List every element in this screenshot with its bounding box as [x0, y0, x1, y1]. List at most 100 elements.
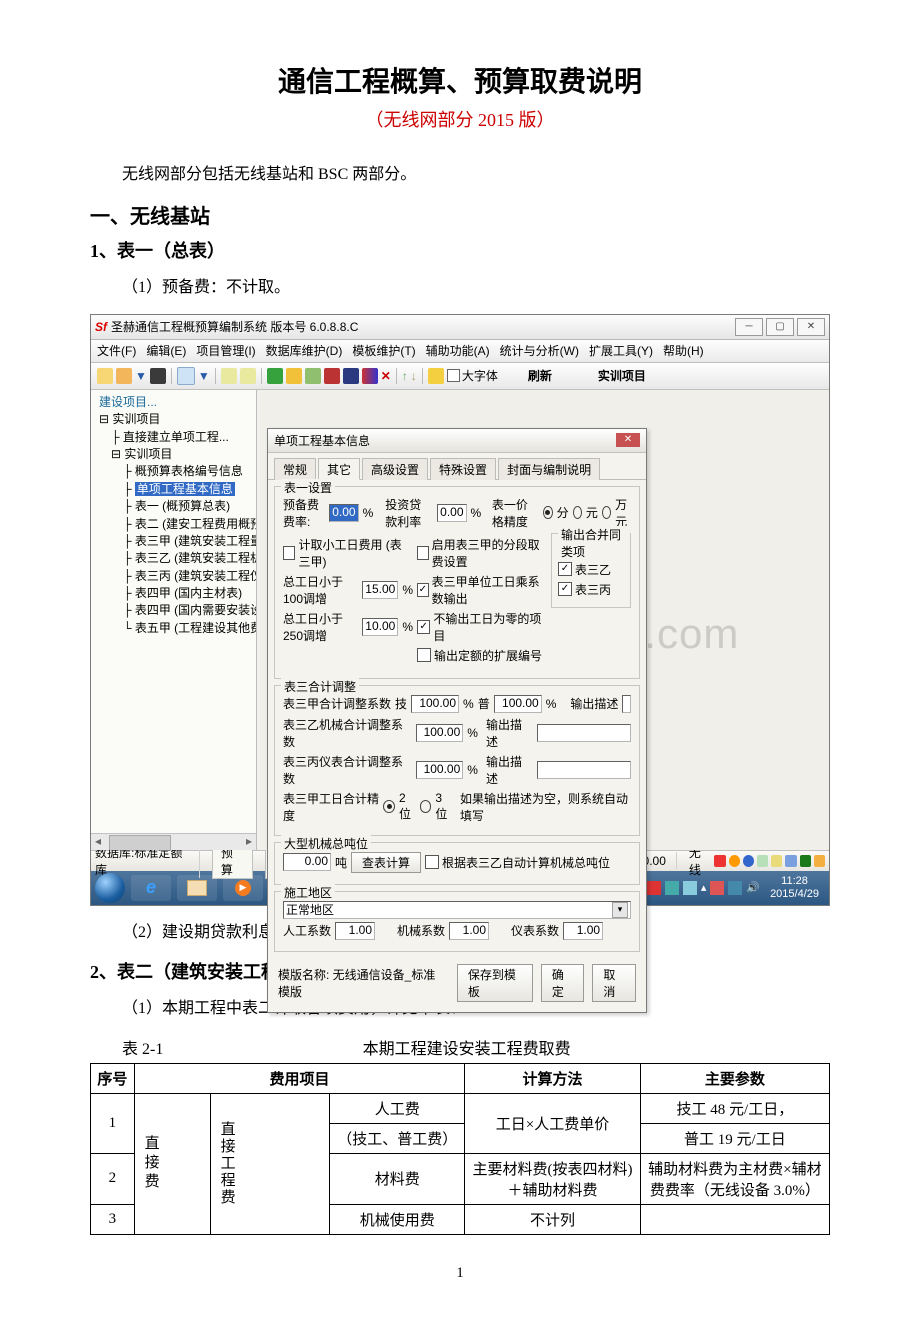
menu-aux[interactable]: 辅助功能(A)	[426, 342, 490, 359]
menu-file[interactable]: 文件(F)	[97, 342, 136, 359]
menu-help[interactable]: 帮助(H)	[663, 342, 704, 359]
tray-ic-1[interactable]	[647, 881, 661, 895]
tab-cover[interactable]: 封面与编制说明	[498, 458, 600, 480]
tray-vol-icon[interactable]: 🔊	[746, 881, 760, 894]
chk-s3bing[interactable]: ✓表三丙	[558, 581, 611, 598]
radio-2wei[interactable]	[383, 800, 395, 813]
tb-grid-icon[interactable]	[305, 368, 321, 384]
input-outdesc-a[interactable]	[622, 695, 631, 713]
taskbar-media-icon[interactable]: ▶	[223, 875, 263, 901]
menu-stats[interactable]: 统计与分析(W)	[500, 342, 579, 359]
tb-search-icon[interactable]	[177, 367, 195, 385]
tray-ic-2[interactable]	[665, 881, 679, 895]
radio-wan[interactable]	[602, 506, 611, 519]
tree-item-6[interactable]: 表四甲 (国内需要安装设备表)	[135, 603, 257, 617]
menu-template[interactable]: 模板维护(T)	[352, 342, 415, 359]
tb-cut-icon[interactable]	[324, 368, 340, 384]
radio-3wei[interactable]	[420, 800, 432, 813]
tree-item-5[interactable]: 表四甲 (国内主材表)	[135, 586, 242, 600]
taskbar-ie-icon[interactable]: e	[131, 875, 171, 901]
select-region[interactable]: 正常地区 ▾	[283, 901, 631, 919]
menu-project[interactable]: 项目管理(I)	[196, 342, 255, 359]
input-a2[interactable]: 100.00	[494, 695, 542, 713]
input-reserve[interactable]: 0.00	[329, 504, 359, 522]
menu-db[interactable]: 数据库维护(D)	[266, 342, 343, 359]
tree-root2[interactable]: 实训项目	[112, 412, 160, 426]
tb-up-icon[interactable]: ↑	[402, 369, 408, 383]
tray-ic-3[interactable]	[683, 881, 697, 895]
tb-dropdown2-icon[interactable]: ▼	[198, 369, 210, 383]
tray-up-icon[interactable]: ▴	[701, 881, 707, 894]
tb-doc2-icon[interactable]	[240, 368, 256, 384]
menu-edit[interactable]: 编辑(E)	[146, 342, 186, 359]
tree-item-0[interactable]: 表一 (概预算总表)	[135, 499, 230, 513]
tb-move-icon[interactable]	[362, 368, 378, 384]
radio-yuan[interactable]	[573, 506, 582, 519]
radio-fen[interactable]	[543, 506, 552, 519]
start-button[interactable]	[95, 873, 125, 903]
tree-item-2[interactable]: 表三甲 (建筑安装工程量概预算	[135, 534, 257, 548]
tree-item-4[interactable]: 表三丙 (建筑安装工程仪器仪表	[135, 569, 257, 583]
btn-cancel[interactable]: 取消	[592, 964, 636, 1002]
tb-save-icon[interactable]	[150, 368, 166, 384]
chk-out2[interactable]: ✓不输出工日为零的项目	[417, 610, 547, 644]
tray-ic-net[interactable]	[728, 881, 742, 895]
chk-auto-tons[interactable]: 根据表三乙自动计算机械总吨位	[425, 854, 610, 871]
tb-doc1-icon[interactable]	[221, 368, 237, 384]
chk-xiaogongri[interactable]: 计取小工日费用 (表三甲)	[283, 536, 413, 570]
input-jixie[interactable]: 1.00	[449, 922, 489, 940]
dialog-close-icon[interactable]: ✕	[616, 433, 640, 447]
tab-special[interactable]: 特殊设置	[430, 458, 496, 480]
minimize-button[interactable]: ─	[735, 318, 763, 336]
tab-advanced[interactable]: 高级设置	[362, 458, 428, 480]
tray-ic-flag[interactable]	[710, 881, 724, 895]
tb-lock-icon[interactable]	[428, 368, 444, 384]
tb-calc-icon[interactable]	[343, 368, 359, 384]
tb-down-icon[interactable]: ↓	[411, 369, 417, 383]
input-b[interactable]: 100.00	[416, 724, 463, 742]
input-yibiao[interactable]: 1.00	[563, 922, 603, 940]
tab-other[interactable]: 其它	[318, 458, 360, 480]
input-outdesc-b[interactable]	[537, 724, 631, 742]
input-outdesc-c[interactable]	[537, 761, 631, 779]
chk-s3yi[interactable]: ✓表三乙	[558, 561, 611, 578]
tb-bigfont-check[interactable]: 大字体	[447, 367, 498, 384]
input-rengong[interactable]: 1.00	[335, 922, 375, 940]
close-button[interactable]: ✕	[797, 318, 825, 336]
tray-clock[interactable]: 11:28 2015/4/29	[764, 875, 825, 901]
tb-excel-icon[interactable]	[267, 368, 283, 384]
tree-item-1[interactable]: 表二 (建安工程费用概预算表)	[135, 517, 257, 531]
tree-selected[interactable]: 单项工程基本信息	[135, 482, 235, 496]
input-lt100[interactable]: 15.00	[362, 581, 398, 599]
menu-ext[interactable]: 扩展工具(Y)	[589, 342, 653, 359]
tb-brush-icon[interactable]	[286, 368, 302, 384]
chk-out3[interactable]: 输出定额的扩展编号	[417, 647, 542, 664]
tb-open-icon[interactable]	[116, 368, 132, 384]
tree-n3[interactable]: 概预算表格编号信息	[135, 464, 243, 478]
input-c[interactable]: 100.00	[416, 761, 463, 779]
tab-general[interactable]: 常规	[274, 458, 316, 480]
chk-out1[interactable]: ✓表三甲单位工日乘系数输出	[417, 573, 547, 607]
taskbar-explorer-icon[interactable]	[177, 875, 217, 901]
input-lt250[interactable]: 10.00	[362, 618, 398, 636]
input-tons[interactable]: 0.00	[283, 853, 331, 871]
input-loan[interactable]: 0.00	[437, 504, 467, 522]
tree-item-7[interactable]: 表五甲 (工程建设其他费用表)	[135, 621, 257, 635]
tree-root1[interactable]: 建设项目...	[99, 395, 157, 409]
tree-item-3[interactable]: 表三乙 (建筑安装工程机械使用	[135, 551, 257, 565]
input-a1[interactable]: 100.00	[411, 695, 459, 713]
tree-scrollbar[interactable]: ◂ ▸	[91, 833, 256, 850]
tb-delete-icon[interactable]: ✕	[381, 369, 391, 383]
tree-n1[interactable]: 直接建立单项工程...	[123, 430, 229, 444]
tb-refresh[interactable]: 刷新	[528, 367, 552, 384]
chk-qiyong[interactable]: 启用表三甲的分段取费设置	[417, 536, 547, 570]
dropdown-arrow-icon[interactable]: ▾	[612, 902, 628, 918]
tb-new-icon[interactable]	[97, 368, 113, 384]
menubar[interactable]: 文件(F) 编辑(E) 项目管理(I) 数据库维护(D) 模板维护(T) 辅助功…	[91, 340, 829, 363]
btn-query-table[interactable]: 查表计算	[351, 852, 421, 873]
tb-dropdown-icon[interactable]: ▼	[135, 369, 147, 383]
btn-save-template[interactable]: 保存到模板	[457, 964, 533, 1002]
maximize-button[interactable]: ▢	[766, 318, 794, 336]
btn-ok[interactable]: 确定	[541, 964, 585, 1002]
tree-n2[interactable]: 实训项目	[124, 447, 172, 461]
